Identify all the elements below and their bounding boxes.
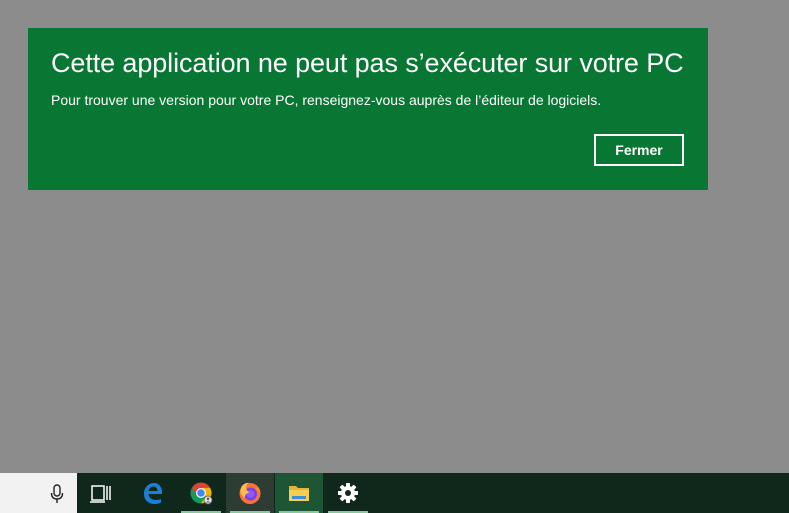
firefox-icon: [239, 482, 261, 504]
taskbar-chrome[interactable]: [177, 473, 225, 513]
dialog-message: Pour trouver une version pour votre PC, …: [51, 92, 602, 108]
microphone-icon[interactable]: [50, 484, 64, 504]
dialog-title: Cette application ne peut pas s’exécuter…: [51, 48, 684, 78]
task-view-icon: [90, 485, 111, 503]
edge-icon: [144, 483, 162, 504]
taskbar: [0, 473, 789, 513]
settings-icon: [338, 483, 358, 503]
taskbar-edge[interactable]: [128, 473, 176, 513]
chrome-icon: [190, 482, 213, 505]
desktop: Cette application ne peut pas s’exécuter…: [0, 0, 789, 473]
taskbar-settings[interactable]: [324, 473, 372, 513]
close-button[interactable]: Fermer: [594, 134, 684, 166]
taskbar-firefox[interactable]: [226, 473, 274, 513]
task-view-button[interactable]: [77, 473, 125, 513]
app-cannot-run-dialog: Cette application ne peut pas s’exécuter…: [28, 28, 708, 190]
taskbar-file-explorer[interactable]: [275, 473, 323, 513]
taskbar-search-box[interactable]: [0, 473, 77, 513]
file-explorer-icon: [289, 486, 309, 501]
